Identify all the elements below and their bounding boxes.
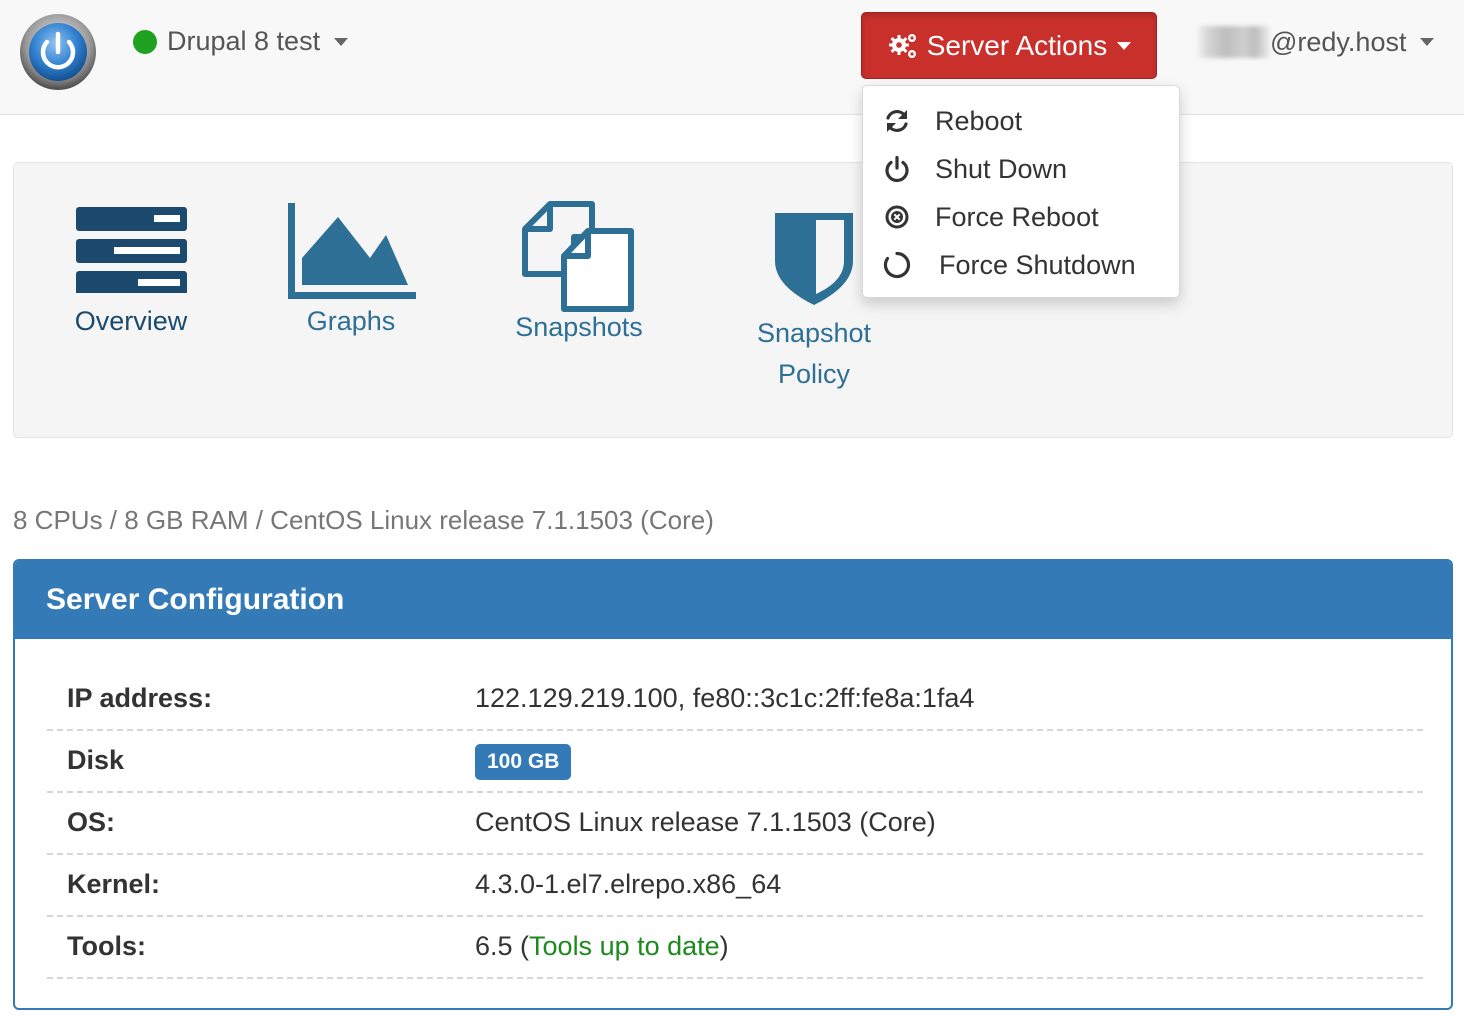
menu-item-label: Force Reboot: [935, 201, 1099, 232]
menu-item-force-shutdown[interactable]: Force Shutdown: [863, 242, 1179, 288]
server-configuration-panel: Server Configuration IP address: 122.129…: [13, 559, 1453, 1010]
redacted-username: [1196, 26, 1270, 58]
server-actions-button[interactable]: Server Actions: [861, 12, 1157, 79]
server-name: Drupal 8 test: [167, 26, 321, 56]
menu-item-force-reboot[interactable]: Force Reboot: [863, 194, 1179, 240]
server-selector[interactable]: Drupal 8 test: [133, 26, 349, 57]
menu-item-shut-down[interactable]: Shut Down: [863, 146, 1179, 192]
server-actions-label: Server Actions: [926, 29, 1108, 61]
nav-tile-label: Snapshot Policy: [756, 318, 872, 389]
chevron-down-icon: [1420, 38, 1435, 46]
row-value: 4.3.0-1.el7.elrepo.x86_64: [475, 869, 782, 899]
row-value: 122.129.219.100, fe80::3c1c:2ff:fe8a:1fa…: [475, 683, 975, 713]
nav-tile-overview[interactable]: Overview: [36, 203, 226, 342]
table-row: Disk 100 GB: [47, 731, 1423, 793]
tools-status: Tools up to date: [529, 931, 720, 961]
times-circle-icon: [883, 203, 911, 231]
disk-size-badge: 100 GB: [475, 744, 572, 780]
row-value: 100 GB: [475, 744, 572, 782]
menu-item-reboot[interactable]: Reboot: [863, 98, 1179, 144]
config-table: IP address: 122.129.219.100, fe80::3c1c:…: [47, 669, 1423, 979]
panel-title: Server Configuration: [15, 561, 1451, 639]
nav-tile-label: Graphs: [306, 306, 396, 336]
nav-tile-label: Overview: [74, 306, 188, 336]
user-menu[interactable]: @redy.host: [1196, 26, 1435, 58]
row-key: OS:: [67, 807, 116, 837]
row-value: CentOS Linux release 7.1.1503 (Core): [475, 807, 936, 837]
row-key: Disk: [67, 745, 125, 775]
nav-tile-label: Snapshots: [515, 312, 643, 342]
shield-icon: [775, 213, 853, 305]
row-key: IP address:: [67, 683, 213, 713]
table-row: OS: CentOS Linux release 7.1.1503 (Core): [47, 793, 1423, 855]
nav-tile-graphs[interactable]: Graphs: [256, 203, 446, 342]
row-value: 6.5 (Tools up to date): [475, 931, 729, 962]
user-email: @redy.host: [1270, 26, 1407, 57]
table-row: IP address: 122.129.219.100, fe80::3c1c:…: [47, 669, 1423, 731]
power-icon: [883, 155, 911, 183]
top-navbar: Drupal 8 test Server Actions @redy.host: [0, 0, 1464, 115]
gears-icon: [888, 33, 916, 58]
table-row: Kernel: 4.3.0-1.el7.elrepo.x86_64: [47, 855, 1423, 917]
server-stack-icon: [76, 207, 187, 293]
server-spec-summary: 8 CPUs / 8 GB RAM / CentOS Linux release…: [13, 505, 714, 535]
menu-item-label: Force Shutdown: [939, 249, 1136, 280]
refresh-icon: [883, 107, 911, 135]
server-actions-dropdown: Reboot Shut Down Force Reboot Force Shut…: [862, 85, 1180, 298]
nav-tile-snapshots[interactable]: Snapshots: [484, 201, 674, 348]
tools-status-close: ): [719, 931, 729, 961]
server-status-dot: [133, 29, 157, 54]
menu-item-label: Reboot: [935, 105, 1023, 136]
row-key: Kernel:: [67, 869, 161, 899]
menu-item-label: Shut Down: [935, 153, 1068, 184]
circle-outline-icon: [883, 251, 911, 279]
tools-version: 6.5 (: [475, 931, 530, 961]
power-logo-icon[interactable]: [18, 12, 98, 92]
server-nav-panel: Overview Graphs Snapshots Snapshot Polic…: [13, 162, 1453, 438]
area-chart-icon: [288, 203, 416, 299]
chevron-down-icon: [1117, 41, 1132, 50]
table-row: Tools: 6.5 (Tools up to date): [47, 917, 1423, 979]
chevron-down-icon: [334, 37, 349, 46]
files-icon: [522, 201, 634, 312]
row-key: Tools:: [67, 931, 146, 961]
